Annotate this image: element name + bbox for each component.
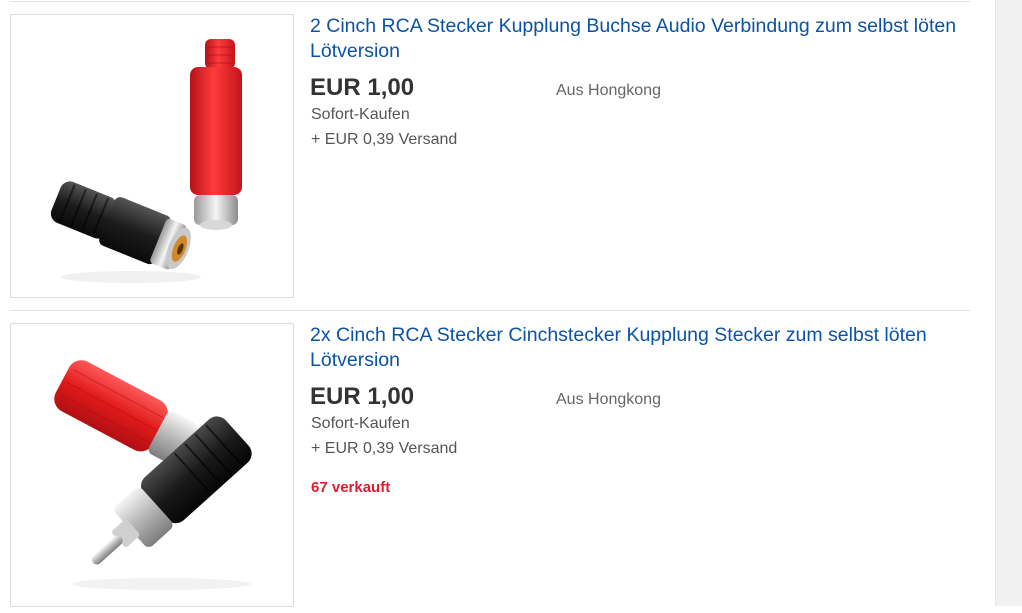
buy-format: Sofort-Kaufen <box>311 106 410 123</box>
right-sidebar <box>995 0 1022 606</box>
listing-item: 2 Cinch RCA Stecker Kupplung Buchse Audi… <box>10 14 970 311</box>
listing-price: EUR 1,00 <box>310 74 415 101</box>
sold-count: 67 verkauft <box>311 479 391 496</box>
listing-title-link[interactable]: 2 Cinch RCA Stecker Kupplung Buchse Audi… <box>310 14 960 64</box>
shipping-cost: + EUR 0,39 Versand <box>311 440 458 457</box>
listing-price: EUR 1,00 <box>310 383 415 410</box>
divider <box>10 1 970 2</box>
item-location: Aus Hongkong <box>556 82 661 99</box>
item-location: Aus Hongkong <box>556 391 661 408</box>
listing-image[interactable] <box>10 323 294 607</box>
rca-coupling-image <box>50 39 242 283</box>
rca-plug-image <box>54 360 252 590</box>
buy-format: Sofort-Kaufen <box>311 415 410 432</box>
listing-item: 2x Cinch RCA Stecker Cinchstecker Kupplu… <box>10 323 970 613</box>
shipping-cost: + EUR 0,39 Versand <box>311 131 458 148</box>
listing-title-link[interactable]: 2x Cinch RCA Stecker Cinchstecker Kupplu… <box>310 323 960 373</box>
listing-image[interactable] <box>10 14 294 298</box>
search-results-list: 2 Cinch RCA Stecker Kupplung Buchse Audi… <box>0 0 995 607</box>
